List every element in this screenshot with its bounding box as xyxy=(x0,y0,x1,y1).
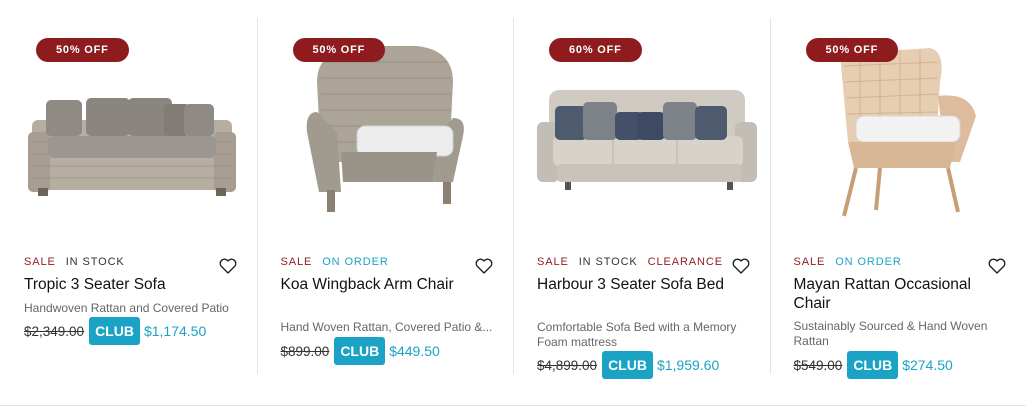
club-price: $449.50 xyxy=(389,343,440,359)
product-image-sofa-bed[interactable] xyxy=(513,42,770,222)
club-price: $1,959.60 xyxy=(656,357,720,373)
divider xyxy=(0,405,1026,406)
club-badge: CLUB xyxy=(334,337,386,365)
sale-tag: SALE xyxy=(24,256,56,268)
original-price: $899.00 xyxy=(280,343,330,359)
price-row: $899.00 CLUB $449.50 xyxy=(281,336,440,366)
product-tags: SALE IN STOCK CLEARANCE xyxy=(537,256,729,268)
product-tags: SALE IN STOCK xyxy=(24,256,131,268)
sale-tag: SALE xyxy=(793,256,826,268)
clearance-tag: CLEARANCE xyxy=(647,256,723,268)
product-grid: 50% OFF SALE IN STOCK Tropic 3 Seater So… xyxy=(0,0,1026,392)
in-stock-tag: IN STOCK xyxy=(65,256,125,268)
on-order-tag: ON ORDER xyxy=(835,256,902,268)
discount-badge: 50% OFF xyxy=(36,38,129,62)
original-price: $4,899.00 xyxy=(537,357,598,373)
product-image-sofa[interactable] xyxy=(0,42,257,222)
club-badge: CLUB xyxy=(847,351,899,379)
club-price: $1,174.50 xyxy=(143,323,207,339)
product-image-rattan-chair[interactable] xyxy=(770,42,1026,222)
heart-outline-icon[interactable] xyxy=(219,258,237,274)
club-badge: CLUB xyxy=(602,351,653,379)
product-name[interactable]: Harbour 3 Seater Sofa Bed xyxy=(537,275,737,294)
product-card[interactable]: 50% OFF SALE ON ORDER Koa Wingback Arm C… xyxy=(256,0,514,374)
product-tags: SALE ON ORDER xyxy=(794,256,908,268)
price-row: $2,349.00 CLUB $1,174.50 xyxy=(24,316,206,346)
heart-outline-icon[interactable] xyxy=(732,258,750,274)
product-name[interactable]: Mayan Rattan Occasional Chair xyxy=(794,275,994,313)
sale-tag: SALE xyxy=(537,256,569,268)
product-description: Handwoven Rattan and Covered Patio xyxy=(24,301,229,315)
on-order-tag: ON ORDER xyxy=(322,256,389,268)
product-description: Sustainably Sourced & Hand Woven Rattan xyxy=(793,319,988,348)
club-badge: CLUB xyxy=(89,317,140,345)
discount-badge: 50% OFF xyxy=(805,38,899,62)
in-stock-tag: IN STOCK xyxy=(578,256,638,268)
club-price: $274.50 xyxy=(902,357,953,373)
original-price: $2,349.00 xyxy=(24,323,85,339)
price-row: $549.00 CLUB $274.50 xyxy=(794,350,953,380)
original-price: $549.00 xyxy=(793,357,843,373)
discount-badge: 50% OFF xyxy=(292,38,386,62)
heart-outline-icon[interactable] xyxy=(988,258,1006,274)
product-card[interactable]: 60% OFF SALE IN STOCK CLEARANCE Harbour … xyxy=(513,0,770,379)
discount-badge: 60% OFF xyxy=(549,38,642,62)
sale-tag: SALE xyxy=(280,256,313,268)
product-card[interactable]: 50% OFF SALE ON ORDER Mayan Rattan Occas… xyxy=(769,0,1026,379)
product-description: Hand Woven Rattan, Covered Patio &... xyxy=(280,320,493,334)
product-card[interactable]: 50% OFF SALE IN STOCK Tropic 3 Seater So… xyxy=(0,0,257,374)
product-name[interactable]: Koa Wingback Arm Chair xyxy=(281,275,481,294)
product-image-wingback-chair[interactable] xyxy=(257,42,514,222)
product-tags: SALE ON ORDER xyxy=(281,256,395,268)
product-name[interactable]: Tropic 3 Seater Sofa xyxy=(24,275,224,294)
product-description: Comfortable Sofa Bed with a Memory Foam … xyxy=(537,320,737,349)
heart-outline-icon[interactable] xyxy=(475,258,493,274)
price-row: $4,899.00 CLUB $1,959.60 xyxy=(537,350,719,380)
